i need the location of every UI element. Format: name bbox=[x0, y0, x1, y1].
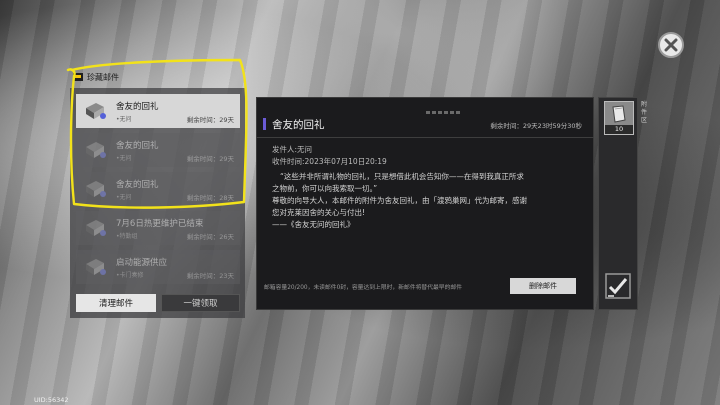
title-accent-bar bbox=[263, 118, 266, 130]
mail-detail-header: 舍友的回礼 剩余时间：29天23时59分30秒 bbox=[256, 108, 594, 138]
mail-title: 7月6日热更维护已结束 bbox=[116, 219, 204, 229]
mail-sender: •无问 bbox=[116, 116, 132, 123]
mail-sender: •卡门奏修 bbox=[116, 272, 144, 279]
mail-sender: 发件人:无问 bbox=[272, 145, 313, 154]
mail-remaining-time: 剩余时间：26天 bbox=[186, 233, 234, 241]
mail-title: 舍友的回礼 bbox=[116, 180, 159, 190]
mail-received-time: 收件时间:2023年07月10日20:19 bbox=[272, 157, 387, 166]
mail-list-item[interactable]: 7月6日热更维护已结束 •特勤组 剩余时间：26天 bbox=[76, 211, 240, 245]
mail-sender: •无问 bbox=[116, 194, 132, 201]
mail-folder-icon bbox=[73, 73, 83, 81]
mail-content-line: “这些并非所谓礼物的回礼，只是想借此机会告知你——在得到我真正所求 bbox=[280, 172, 524, 181]
mail-remaining-time: 剩余时间：23天 bbox=[186, 272, 234, 280]
envelope-icon bbox=[84, 180, 106, 198]
attachment-count: 10 bbox=[605, 125, 633, 134]
close-x-icon bbox=[664, 38, 678, 52]
decorative-dots bbox=[426, 111, 460, 114]
mail-remaining-time: 剩余时间：28天 bbox=[186, 194, 234, 202]
close-button[interactable] bbox=[658, 32, 684, 58]
attachment-area-label: 附件区 bbox=[640, 101, 647, 124]
mail-list-item[interactable]: 舍友的回礼 •无问 剩余时间：28天 bbox=[76, 172, 240, 206]
mail-remaining-time: 剩余时间：29天 bbox=[186, 155, 234, 163]
mail-list-item[interactable]: 舍友的回礼 •无问 剩余时间：29天 bbox=[76, 133, 240, 167]
mail-sender: •无问 bbox=[116, 155, 132, 162]
envelope-icon bbox=[84, 141, 106, 159]
attachment-item[interactable]: 10 bbox=[604, 101, 634, 135]
mail-content-line: 您对克莱因舍的关心与付出! bbox=[272, 208, 366, 217]
paper-item-icon bbox=[612, 105, 626, 123]
claim-all-button[interactable]: 一键领取 bbox=[161, 294, 240, 312]
mail-title: 舍友的回礼 bbox=[116, 102, 159, 112]
envelope-icon bbox=[84, 219, 106, 237]
tab-favorites[interactable]: 珍藏邮件 bbox=[73, 70, 119, 84]
tab-label: 珍藏邮件 bbox=[87, 72, 119, 82]
mail-content-line: 之物前，你可以向我索取一切。” bbox=[272, 184, 378, 193]
mail-detail-title: 舍友的回礼 bbox=[272, 119, 325, 131]
mail-list-item[interactable]: 舍友的回礼 •无问 剩余时间：29天 bbox=[76, 94, 240, 128]
mail-expire-time: 剩余时间：29天23时59分30秒 bbox=[490, 122, 582, 130]
envelope-icon bbox=[84, 102, 106, 120]
mail-sender: •特勤组 bbox=[116, 233, 138, 240]
clean-mail-button[interactable]: 清理邮件 bbox=[76, 294, 156, 312]
checkmark-icon[interactable] bbox=[604, 272, 632, 300]
envelope-icon bbox=[84, 258, 106, 276]
mail-content-line: ——《舍友无问的回礼》 bbox=[272, 220, 355, 229]
mail-detail-body[interactable]: 发件人:无问 收件时间:2023年07月10日20:19 “这些并非所谓礼物的回… bbox=[272, 144, 588, 231]
mail-title: 舍友的回礼 bbox=[116, 141, 159, 151]
user-id: UID:56342 bbox=[34, 396, 69, 404]
mail-content: “这些并非所谓礼物的回礼，只是想借此机会告知你——在得到我真正所求 之物前，你可… bbox=[272, 171, 588, 231]
mailbox-capacity-text: 邮箱容量20/200，未读邮件0封，容量达到上限时，新邮件将替代最早的邮件 bbox=[264, 284, 462, 291]
mail-remaining-time: 剩余时间：29天 bbox=[186, 116, 234, 124]
mail-content-line: 尊敬的向导大人，本邮件的附件为舍友回礼，由「渡鸦巢网」代为邮寄，感谢 bbox=[272, 196, 527, 205]
delete-mail-button[interactable]: 删除邮件 bbox=[510, 278, 576, 294]
mail-list-item[interactable]: 启动能源供应 •卡门奏修 剩余时间：23天 bbox=[76, 250, 240, 284]
mail-title: 启动能源供应 bbox=[116, 258, 168, 268]
